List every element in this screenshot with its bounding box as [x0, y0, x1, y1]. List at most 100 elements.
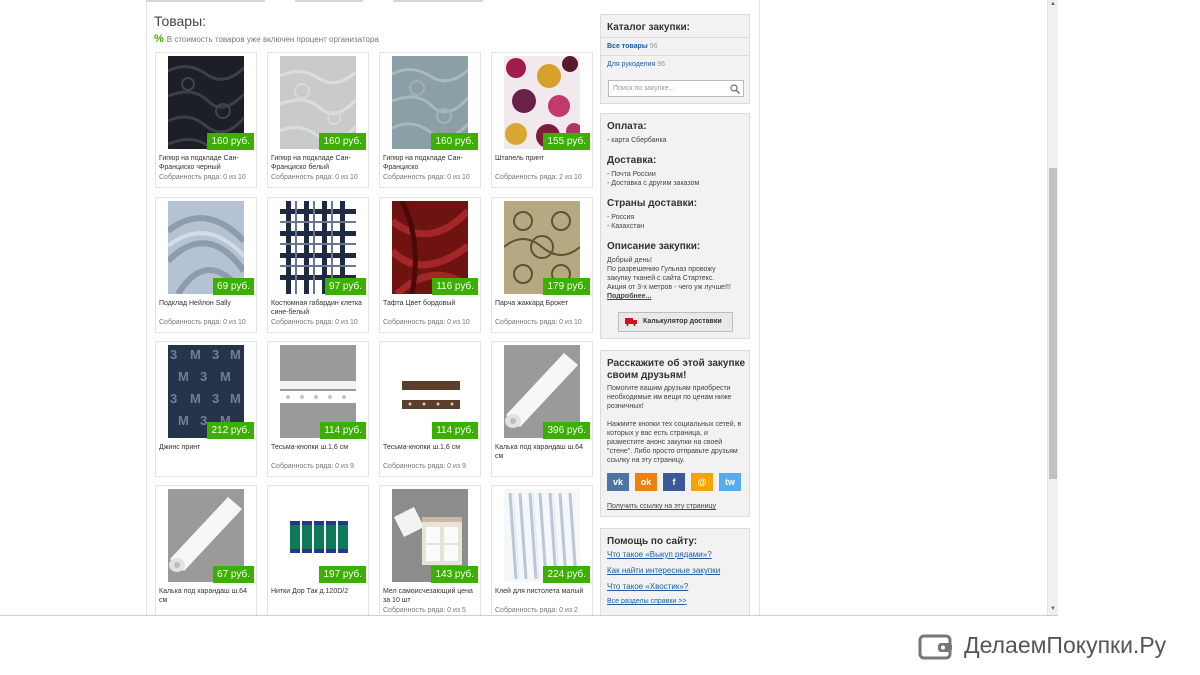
facebook-share-icon[interactable]: f: [663, 473, 685, 491]
product-name[interactable]: Тафта Цвет бордовый: [383, 299, 479, 308]
product-card[interactable]: 160 руб. Гипюр на подкладе Сан-Франциско…: [267, 52, 369, 188]
product-card[interactable]: 69 руб. Подклад Нейлон Sally Собранность…: [155, 197, 257, 333]
price-badge: 97 руб.: [325, 278, 366, 295]
svg-text:3: 3: [212, 347, 219, 362]
product-card[interactable]: 396 руб. Калька под карандаш ш.64 см: [491, 341, 593, 477]
catalog-item-crafts[interactable]: Для рукоделия 96: [601, 55, 749, 73]
share-text: Нажмите кнопки тех социальных сетей, в к…: [607, 421, 742, 464]
vk-share-icon[interactable]: vk: [607, 473, 629, 491]
mail-share-icon[interactable]: @: [691, 473, 713, 491]
product-card[interactable]: 114 руб. Тесьма-кнопки ш.1,6 см Собранно…: [267, 341, 369, 477]
price-badge: 114 руб.: [320, 422, 366, 439]
product-card[interactable]: 160 руб. Гипюр на подкладе Сан-Франциско…: [155, 52, 257, 188]
delivery-calculator-button[interactable]: Калькулятор доставки: [618, 312, 733, 332]
price-badge: 114 руб.: [432, 422, 478, 439]
more-link[interactable]: Подробнее...: [607, 292, 651, 301]
svg-text:3: 3: [212, 391, 219, 406]
row-progress: Собранность ряда: 0 из 2: [495, 607, 578, 614]
help-link-buyout-rows[interactable]: Что такое «Выкуп рядами»?: [607, 550, 712, 559]
help-link-all-sections[interactable]: Все разделы справки >>: [607, 598, 686, 605]
browser-viewport: Товары: % В стоимость товаров уже включен…: [0, 0, 1058, 616]
payment-method: - карта Сбербанка: [607, 137, 667, 144]
calc-button-label: Калькулятор доставки: [643, 318, 722, 325]
scroll-up-icon[interactable]: ▲: [1050, 1, 1056, 7]
product-card[interactable]: 179 руб. Парча жаккард Брокет Собранност…: [491, 197, 593, 333]
product-card[interactable]: 114 руб. Тесьма-кнопки ш.1,6 см Собранно…: [379, 341, 481, 477]
description-title: Описание закупки:: [607, 241, 701, 252]
vertical-scrollbar[interactable]: ▲ ▼: [1047, 0, 1058, 616]
product-name[interactable]: Тесьма-кнопки ш.1,6 см: [383, 443, 479, 452]
product-name[interactable]: Тесьма-кнопки ш.1,6 см: [271, 443, 367, 452]
product-name[interactable]: Подклад Нейлон Sally: [159, 299, 255, 308]
brand-name: ДелаемПокупки.Ру: [964, 632, 1167, 658]
price-badge: 212 руб.: [207, 422, 254, 439]
svg-text:M: M: [190, 347, 201, 362]
price-badge: 160 руб.: [207, 133, 254, 150]
row-progress: Собранность ряда: 0 из 9: [271, 463, 354, 470]
wallet-icon: [918, 634, 952, 660]
help-link-tail[interactable]: Что такое «Хвостик»?: [607, 582, 688, 591]
twitter-share-icon[interactable]: tw: [719, 473, 741, 491]
svg-text:M: M: [220, 369, 231, 384]
price-badge: 197 руб.: [319, 566, 366, 583]
help-link-find-purchases[interactable]: Как найти интересные закупки: [607, 566, 720, 575]
product-name[interactable]: Калька под карандаш ш.64 см: [159, 587, 255, 605]
get-link[interactable]: Получить ссылку на эту страницу: [607, 502, 716, 511]
product-name[interactable]: Гипюр на подкладе Сан-Франциско белый: [271, 154, 367, 172]
top-tabs-edge: [147, 0, 761, 2]
search-placeholder: Поиск по закупке...: [613, 85, 675, 92]
product-card[interactable]: 155 руб. Штапель принт Собранность ряда:…: [491, 52, 593, 188]
purchase-search-input[interactable]: Поиск по закупке...: [608, 80, 744, 97]
row-progress: Собранность ряда: 0 из 5: [383, 607, 466, 614]
delivery-title: Доставка:: [607, 155, 657, 166]
product-name[interactable]: Костюмная габардин клетка сине-белый: [271, 299, 367, 317]
percent-icon: %: [154, 33, 164, 45]
country-item: - Россия: [607, 214, 635, 221]
search-icon[interactable]: [730, 84, 740, 94]
product-name[interactable]: Парча жаккард Брокет: [495, 299, 591, 308]
product-name[interactable]: Гипюр на подкладе Сан-Франциско: [383, 154, 479, 172]
scrollbar-thumb[interactable]: [1049, 168, 1057, 479]
product-name[interactable]: Калька под карандаш ш.64 см: [495, 443, 591, 461]
product-card[interactable]: 197 руб. Нитки Дор Так д.120D/2: [267, 485, 369, 616]
product-name[interactable]: Джинс принт: [159, 443, 255, 452]
product-card[interactable]: 67 руб. Калька под карандаш ш.64 см: [155, 485, 257, 616]
odnoklassniki-share-icon[interactable]: ok: [635, 473, 657, 491]
share-title: Расскажите об этой закупке своим друзьям…: [607, 358, 746, 381]
price-badge: 396 руб.: [543, 422, 590, 439]
price-badge: 160 руб.: [431, 133, 478, 150]
truck-icon: [625, 318, 637, 326]
price-badge: 69 руб.: [213, 278, 254, 295]
notice-text: В стоимость товаров уже включен процент …: [166, 35, 379, 44]
payment-title: Оплата:: [607, 121, 647, 132]
product-name[interactable]: Гипюр на подкладе Сан-Франциско черный: [159, 154, 255, 172]
catalog-item-all[interactable]: Все товары 96: [601, 37, 749, 55]
svg-text:M: M: [230, 391, 241, 406]
svg-text:3: 3: [200, 369, 207, 384]
help-title: Помощь по сайту:: [607, 536, 698, 547]
product-card[interactable]: 116 руб. Тафта Цвет бордовый Собранность…: [379, 197, 481, 333]
catalog-panel: Каталог закупки: Все товары 96 Для рукод…: [600, 14, 750, 104]
row-progress: Собранность ряда: 0 из 10: [271, 319, 358, 326]
catalog-item-label[interactable]: Все товары: [607, 43, 648, 50]
product-name[interactable]: Клей для пистолета малый: [495, 587, 591, 596]
product-card[interactable]: 143 руб. Мел самоисчезающий цена за 10 ш…: [379, 485, 481, 616]
product-name[interactable]: Штапель принт: [495, 154, 591, 163]
catalog-item-count: 96: [657, 61, 666, 68]
scroll-down-icon[interactable]: ▼: [1050, 606, 1056, 612]
product-card[interactable]: 224 руб. Клей для пистолета малый Собран…: [491, 485, 593, 616]
catalog-item-count: 96: [649, 43, 658, 50]
product-card[interactable]: 97 руб. Костюмная габардин клетка сине-б…: [267, 197, 369, 333]
row-progress: Собранность ряда: 2 из 10: [495, 174, 582, 181]
product-card[interactable]: 160 руб. Гипюр на подкладе Сан-Франциско…: [379, 52, 481, 188]
svg-text:3: 3: [170, 347, 177, 362]
price-badge: 67 руб.: [213, 566, 254, 583]
countries-title: Страны доставки:: [607, 198, 698, 209]
row-progress: Собранность ряда: 0 из 9: [383, 463, 466, 470]
share-panel: Расскажите об этой закупке своим друзьям…: [600, 350, 750, 517]
product-card[interactable]: 3M3MM3M3M3MM3M 212 руб. Джинс принт: [155, 341, 257, 477]
product-name[interactable]: Нитки Дор Так д.120D/2: [271, 587, 367, 596]
product-name[interactable]: Мел самоисчезающий цена за 10 шт: [383, 587, 479, 605]
catalog-item-label[interactable]: Для рукоделия: [607, 61, 655, 68]
svg-text:3: 3: [170, 391, 177, 406]
